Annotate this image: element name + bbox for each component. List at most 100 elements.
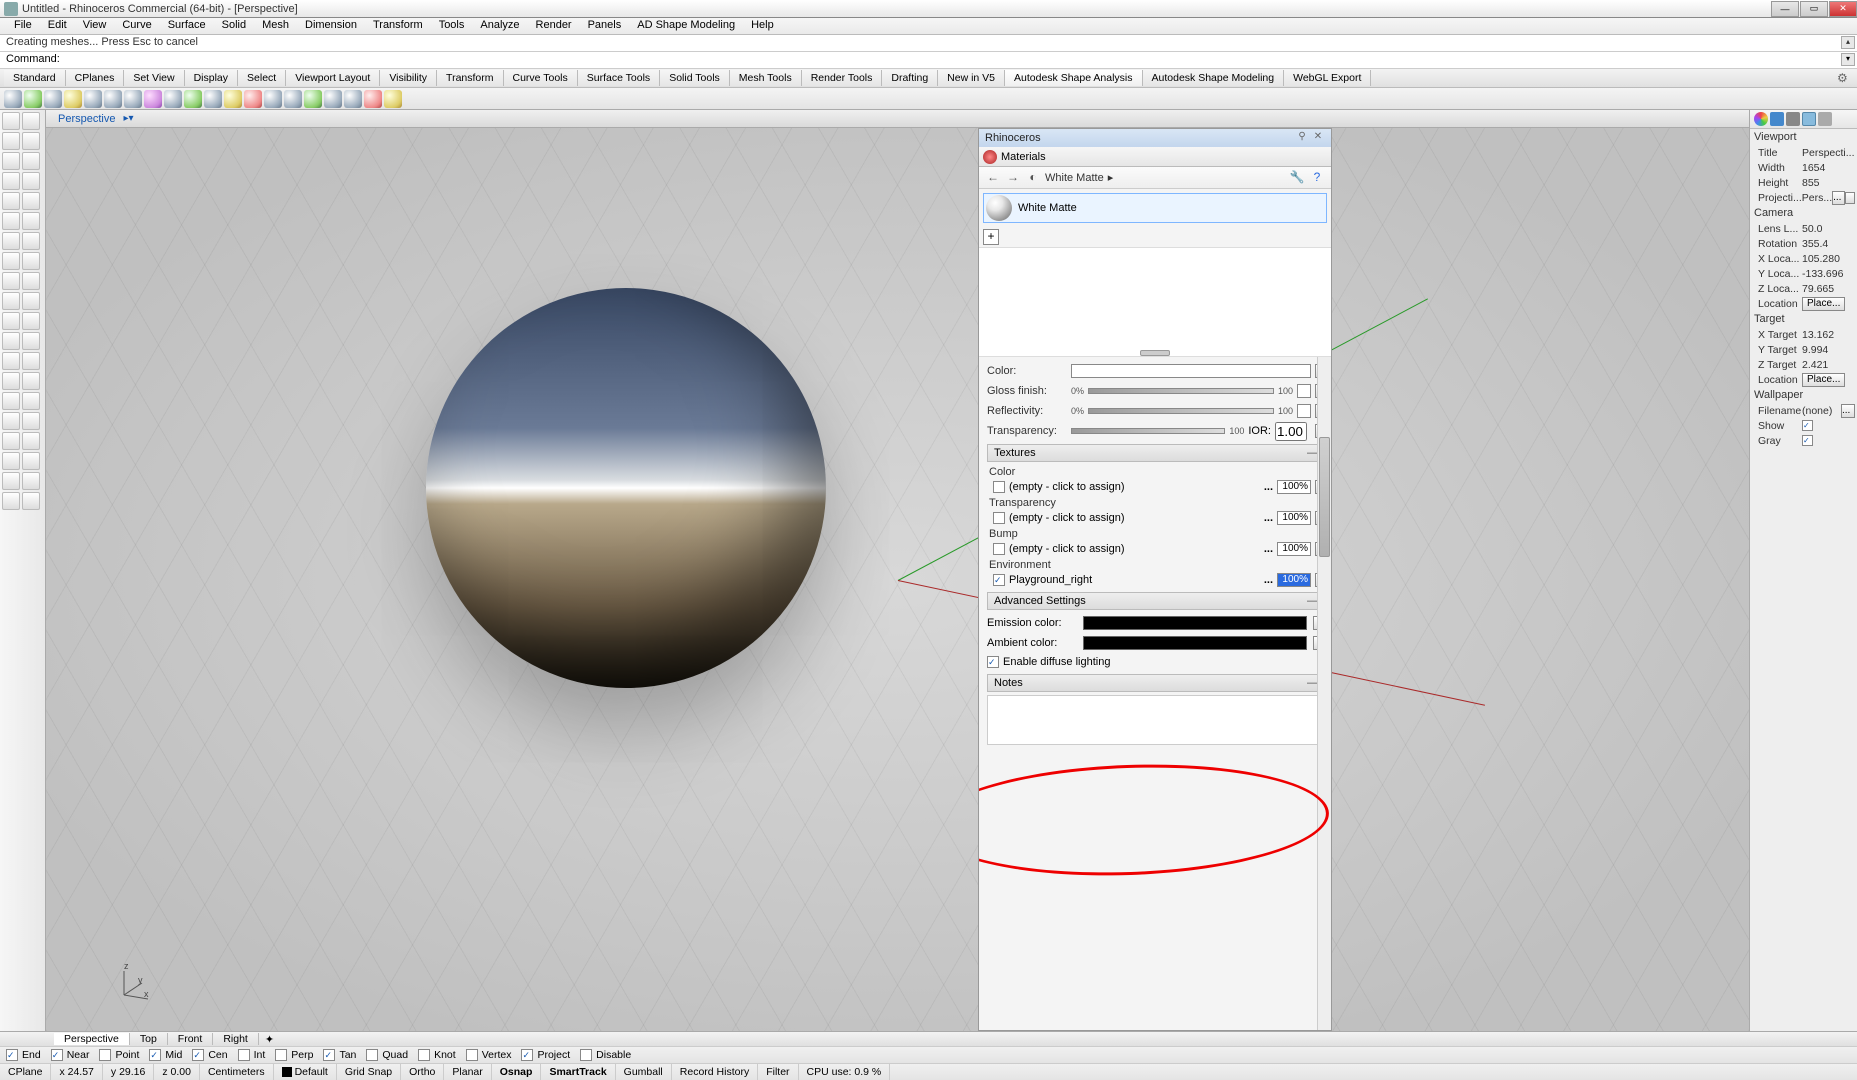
help-tab-icon[interactable] [1818, 112, 1832, 126]
toolbar-tab-cplanes[interactable]: CPlanes [66, 70, 125, 86]
osnap-near-checkbox[interactable] [51, 1049, 63, 1061]
status-gumball[interactable]: Gumball [616, 1064, 672, 1080]
tool-button-21[interactable] [22, 312, 40, 330]
viewport-tab-perspective[interactable]: Perspective [54, 1033, 130, 1045]
tool-button-18[interactable] [2, 292, 20, 310]
osnap-tan-checkbox[interactable] [323, 1049, 335, 1061]
props-scrollbar[interactable] [1317, 357, 1331, 1030]
tool-button-22[interactable] [2, 332, 20, 350]
tool-button-17[interactable] [22, 272, 40, 290]
material-help-icon[interactable]: ? [1309, 170, 1325, 186]
advanced-section-header[interactable]: Advanced Settings— [987, 592, 1325, 610]
toolbar-button-3[interactable] [64, 90, 82, 108]
viewport-title-value[interactable]: Perspecti... [1802, 147, 1855, 159]
tex-trans-checkbox[interactable] [993, 512, 1005, 524]
tool-button-34[interactable] [2, 452, 20, 470]
gloss-slider[interactable] [1088, 388, 1274, 394]
toolbar-button-15[interactable] [304, 90, 322, 108]
command-scroll-up[interactable]: ▴ [1841, 36, 1855, 49]
toolbar-tab-set-view[interactable]: Set View [124, 70, 184, 86]
tool-button-39[interactable] [22, 492, 40, 510]
toolbar-tab-webgl-export[interactable]: WebGL Export [1284, 70, 1371, 86]
nav-forward-icon[interactable]: → [1005, 170, 1021, 186]
menu-mesh[interactable]: Mesh [254, 18, 297, 34]
tool-button-7[interactable] [22, 172, 40, 190]
ambient-swatch[interactable] [1083, 636, 1307, 650]
add-material-button[interactable]: + [983, 229, 999, 245]
status-smarttrack[interactable]: SmartTrack [541, 1064, 615, 1080]
gloss-swatch[interactable] [1297, 384, 1311, 398]
tool-button-29[interactable] [22, 392, 40, 410]
toolbar-tab-viewport-layout[interactable]: Viewport Layout [286, 70, 380, 86]
tex-color-row[interactable]: (empty - click to assign) ... 100% [987, 478, 1325, 496]
viewport-tab-right[interactable]: Right [213, 1033, 259, 1045]
tool-button-9[interactable] [22, 192, 40, 210]
scrollbar-thumb[interactable] [1319, 437, 1330, 557]
y-location-value[interactable]: -133.696 [1802, 268, 1855, 280]
tool-button-31[interactable] [22, 412, 40, 430]
menu-render[interactable]: Render [528, 18, 580, 34]
osnap-point-checkbox[interactable] [99, 1049, 111, 1061]
tool-button-10[interactable] [2, 212, 20, 230]
tex-color-pct[interactable]: 100% [1277, 480, 1311, 494]
toolbar-button-1[interactable] [24, 90, 42, 108]
menu-panels[interactable]: Panels [580, 18, 630, 34]
osnap-end-checkbox[interactable] [6, 1049, 18, 1061]
tex-color-value[interactable]: (empty - click to assign) [1009, 481, 1260, 493]
z-location-value[interactable]: 79.665 [1802, 283, 1855, 295]
materials-tab-icon[interactable] [983, 150, 997, 164]
status-cplane[interactable]: CPlane [0, 1064, 51, 1080]
viewport-label[interactable]: Perspective [50, 112, 123, 126]
tex-bump-browse[interactable]: ... [1264, 543, 1273, 555]
add-viewport-tab[interactable]: ✦ [259, 1033, 280, 1046]
tex-env-row[interactable]: Playground_right ... 100% [987, 571, 1325, 589]
tool-button-35[interactable] [22, 452, 40, 470]
osnap-project-checkbox[interactable] [521, 1049, 533, 1061]
rotation-value[interactable]: 355.4 [1802, 238, 1855, 250]
toolbar-button-4[interactable] [84, 90, 102, 108]
toolbar-tab-new-in-v5[interactable]: New in V5 [938, 70, 1005, 86]
toolbar-button-16[interactable] [324, 90, 342, 108]
osnap-mid-checkbox[interactable] [149, 1049, 161, 1061]
status-ortho[interactable]: Ortho [401, 1064, 444, 1080]
material-list-item[interactable]: White Matte [983, 193, 1327, 223]
diffuse-checkbox[interactable] [987, 656, 999, 668]
tool-button-14[interactable] [2, 252, 20, 270]
toolbar-button-2[interactable] [44, 90, 62, 108]
status-record-history[interactable]: Record History [672, 1064, 758, 1080]
x-location-value[interactable]: 105.280 [1802, 253, 1855, 265]
menu-view[interactable]: View [75, 18, 115, 34]
toolbar-button-17[interactable] [344, 90, 362, 108]
toolbar-tab-select[interactable]: Select [238, 70, 286, 86]
ior-input[interactable] [1275, 422, 1307, 441]
breadcrumb-arrow-icon[interactable]: ▸ [1108, 171, 1114, 184]
nav-back-icon[interactable]: ← [985, 170, 1001, 186]
color-swatch[interactable] [1071, 364, 1311, 378]
tool-button-19[interactable] [22, 292, 40, 310]
osnap-quad-checkbox[interactable] [366, 1049, 378, 1061]
toolbar-tab-render-tools[interactable]: Render Tools [802, 70, 883, 86]
tool-button-6[interactable] [2, 172, 20, 190]
y-target-value[interactable]: 9.994 [1802, 344, 1855, 356]
tool-button-1[interactable] [22, 112, 40, 130]
render-tab-icon[interactable] [1754, 112, 1768, 126]
toolbar-button-9[interactable] [184, 90, 202, 108]
panel-close-icon[interactable]: ✕ [1311, 131, 1325, 145]
toolbar-button-14[interactable] [284, 90, 302, 108]
tool-button-20[interactable] [2, 312, 20, 330]
toolbar-button-13[interactable] [264, 90, 282, 108]
properties-tab-icon[interactable] [1802, 112, 1816, 126]
panel-pin-icon[interactable]: ⚲ [1295, 131, 1309, 145]
wallpaper-show-checkbox[interactable] [1802, 420, 1813, 431]
tex-bump-pct[interactable]: 100% [1277, 542, 1311, 556]
toolbar-button-8[interactable] [164, 90, 182, 108]
material-tools-icon[interactable]: 🔧 [1289, 170, 1305, 186]
tex-bump-value[interactable]: (empty - click to assign) [1009, 543, 1260, 555]
wallpaper-gray-checkbox[interactable] [1802, 435, 1813, 446]
status-layer[interactable]: Default [274, 1064, 337, 1080]
toolbar-tab-transform[interactable]: Transform [437, 70, 503, 86]
toolbar-button-7[interactable] [144, 90, 162, 108]
toolbar-tab-solid-tools[interactable]: Solid Tools [660, 70, 730, 86]
tool-button-23[interactable] [22, 332, 40, 350]
reflectivity-slider[interactable] [1088, 408, 1274, 414]
